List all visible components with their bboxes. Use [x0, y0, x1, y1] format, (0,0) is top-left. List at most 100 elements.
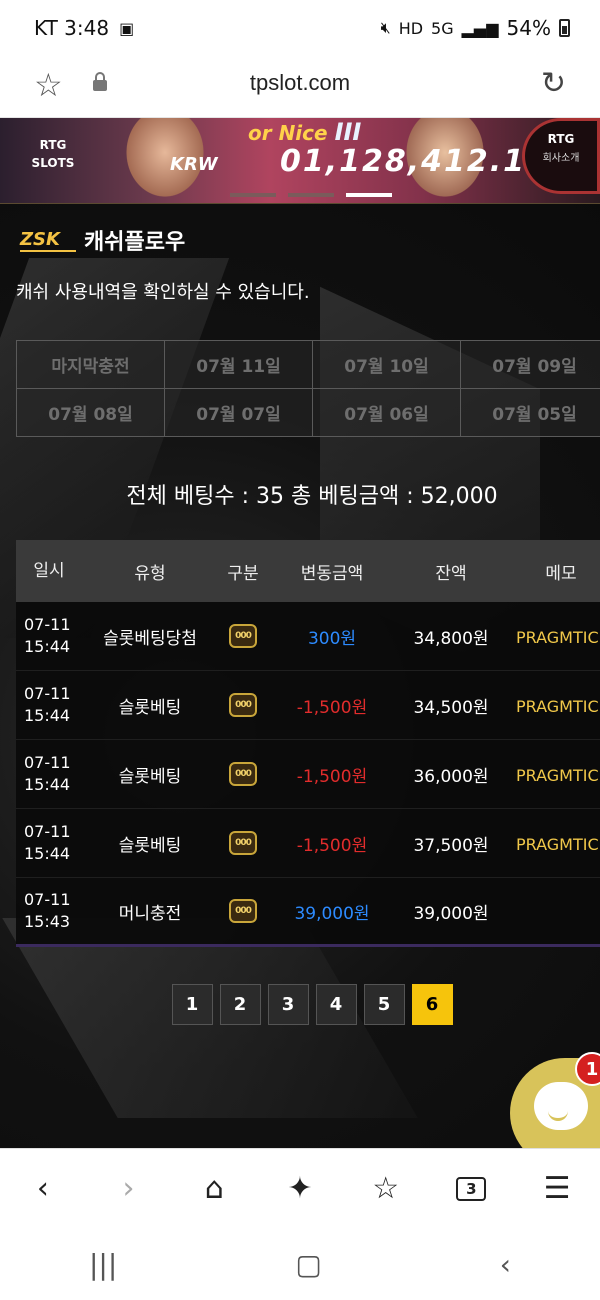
- header-amount: 변동금액: [300, 563, 364, 584]
- mute-icon: 🔇︎: [380, 18, 391, 37]
- header-datetime: 일시: [33, 561, 65, 581]
- status-bar: KT 3:48 ▣ 🔇︎ HD 5G ▂▄▆ 54%: [0, 0, 600, 56]
- banner-jackpot: 01,128,412.1: [280, 144, 527, 179]
- page-button-3[interactable]: 3: [267, 984, 309, 1025]
- home-button-icon[interactable]: ▢: [295, 1248, 321, 1281]
- row-balance: 34,500원: [413, 697, 489, 718]
- browser-toolbar: ‹ › ⌂ ✦ ☆ 3 ☰: [0, 1148, 600, 1228]
- row-datetime: 07-11 15:43: [24, 890, 71, 931]
- system-navigation: ||| ▢ ‹: [0, 1228, 600, 1300]
- row-type: 슬롯베팅: [118, 835, 182, 856]
- slot-machine-icon: 000: [229, 831, 257, 855]
- page-button-5[interactable]: 5: [363, 984, 405, 1025]
- system-back-icon[interactable]: ‹: [500, 1248, 511, 1281]
- chat-bubble-icon: [534, 1082, 588, 1130]
- page-button-1[interactable]: 1: [171, 984, 213, 1025]
- page-button-6-active[interactable]: 6: [411, 984, 453, 1025]
- betting-summary: 전체 베팅수 : 35 총 베팅금액 : 52,000: [126, 484, 498, 509]
- row-memo: PRAGMTIC:핀: [516, 835, 600, 854]
- carousel-dot[interactable]: [230, 193, 276, 197]
- date-filter-grid: 마지막충전 07월 11일 07월 10일 07월 09일 07월 08일 07…: [16, 340, 600, 437]
- promo-banner[interactable]: RTG SLOTS or Nice III KRW 01,128,412.1 R…: [0, 118, 600, 204]
- sparkle-icon[interactable]: ✦: [275, 1164, 325, 1214]
- row-type: 슬롯베팅: [118, 766, 182, 787]
- row-amount: 300원: [307, 628, 357, 649]
- row-amount: 39,000원: [294, 903, 370, 924]
- page-button-4[interactable]: 4: [315, 984, 357, 1025]
- network-type: 5G: [431, 18, 454, 38]
- row-balance: 34,800원: [413, 628, 489, 649]
- rtg-badge-logo: RTG: [547, 132, 575, 146]
- reload-icon[interactable]: ↻: [541, 66, 566, 101]
- row-balance: 39,000원: [413, 903, 489, 924]
- gallery-icon: ▣: [119, 18, 135, 38]
- url-text[interactable]: tpslot.com: [0, 70, 600, 96]
- header-balance: 잔액: [435, 563, 467, 584]
- header-kind: 구분: [227, 563, 259, 584]
- hd-icon: HD: [398, 18, 424, 38]
- banner-carousel-indicators: [230, 193, 392, 197]
- header-type: 유형: [134, 563, 166, 584]
- recent-apps-icon[interactable]: |||: [89, 1248, 117, 1281]
- banner-currency: KRW: [170, 154, 218, 175]
- rtg-badge-sub: 회사소개: [542, 153, 580, 164]
- row-balance: 37,500원: [413, 835, 489, 856]
- row-type: 슬롯베팅당첨: [103, 628, 197, 649]
- row-datetime: 07-11 15:44: [24, 753, 71, 794]
- row-memo: PRAGMTIC:핀: [516, 697, 600, 716]
- row-memo: PRAGMTIC:핀: [516, 766, 600, 785]
- row-datetime: 07-11 15:44: [24, 822, 71, 863]
- row-datetime: 07-11 15:44: [24, 684, 71, 725]
- carousel-dot-active[interactable]: [346, 193, 392, 197]
- section-header: ZSK 캐쉬플로우: [20, 224, 185, 256]
- slot-machine-icon: 000: [229, 624, 257, 648]
- slot-machine-icon: 000: [229, 693, 257, 717]
- date-filter-item[interactable]: 07월 10일: [313, 341, 461, 389]
- cashflow-table: 일시 유형 구분 변동금액 잔액 메모 07-11 15:44 슬롯베팅당첨 00…: [16, 540, 600, 947]
- signal-icon: ▂▄▆: [461, 18, 499, 38]
- battery-percent: 54%: [506, 16, 551, 40]
- rtg-slots-logo: RTG SLOTS: [31, 138, 75, 170]
- table-row: 07-11 15:44 슬롯베팅 000 -1,500원 37,500원 PRAG…: [16, 809, 600, 878]
- row-type: 머니충전: [118, 903, 182, 924]
- banner-promo-title: or Nice III: [248, 118, 362, 146]
- date-filter-item[interactable]: 07월 07일: [165, 389, 313, 437]
- pagination: 1 2 3 4 5 6: [0, 984, 600, 1025]
- date-filter-item[interactable]: 07월 05일: [461, 389, 600, 437]
- status-time: KT 3:48: [34, 16, 110, 40]
- address-bar: ☆ tpslot.com ↻: [0, 56, 600, 118]
- row-balance: 36,000원: [413, 766, 489, 787]
- menu-icon[interactable]: ☰: [532, 1164, 582, 1214]
- date-filter-item[interactable]: 07월 06일: [313, 389, 461, 437]
- row-datetime: 07-11 15:44: [24, 615, 71, 656]
- row-type: 슬롯베팅: [118, 697, 182, 718]
- slot-machine-icon: 000: [229, 899, 257, 923]
- row-memo: PRAGMTIC:핀: [516, 628, 600, 647]
- date-filter-item[interactable]: 07월 09일: [461, 341, 600, 389]
- page-subtitle: 캐쉬 사용내역을 확인하실 수 있습니다.: [16, 282, 310, 303]
- header-memo: 메모: [545, 563, 577, 584]
- page-title: 캐쉬플로우: [84, 230, 186, 255]
- battery-icon: [559, 19, 570, 37]
- date-filter-last-charge[interactable]: 마지막충전: [17, 341, 165, 389]
- table-row: 07-11 15:44 슬롯베팅 000 -1,500원 36,000원 PRAG…: [16, 740, 600, 809]
- row-amount: -1,500원: [296, 766, 368, 787]
- date-filter-item[interactable]: 07월 08일: [17, 389, 165, 437]
- tabs-icon[interactable]: 3: [446, 1164, 496, 1214]
- home-icon[interactable]: ⌂: [189, 1164, 239, 1214]
- slot-machine-icon: 000: [229, 762, 257, 786]
- page-button-2[interactable]: 2: [219, 984, 261, 1025]
- site-logo: ZSK: [20, 228, 76, 252]
- table-header: 일시 유형 구분 변동금액 잔액 메모: [16, 540, 600, 602]
- forward-icon[interactable]: ›: [104, 1164, 154, 1214]
- row-amount: -1,500원: [296, 697, 368, 718]
- table-row: 07-11 15:43 머니충전 000 39,000원 39,000원: [16, 878, 600, 947]
- carousel-dot[interactable]: [288, 193, 334, 197]
- table-row: 07-11 15:44 슬롯베팅 000 -1,500원 34,500원 PRAG…: [16, 671, 600, 740]
- date-filter-item[interactable]: 07월 11일: [165, 341, 313, 389]
- bookmarks-icon[interactable]: ☆: [361, 1164, 411, 1214]
- page-content: RTG SLOTS or Nice III KRW 01,128,412.1 R…: [0, 118, 600, 1148]
- row-amount: -1,500원: [296, 835, 368, 856]
- rtg-company-badge[interactable]: RTG 회사소개: [522, 118, 600, 194]
- back-icon[interactable]: ‹: [18, 1164, 68, 1214]
